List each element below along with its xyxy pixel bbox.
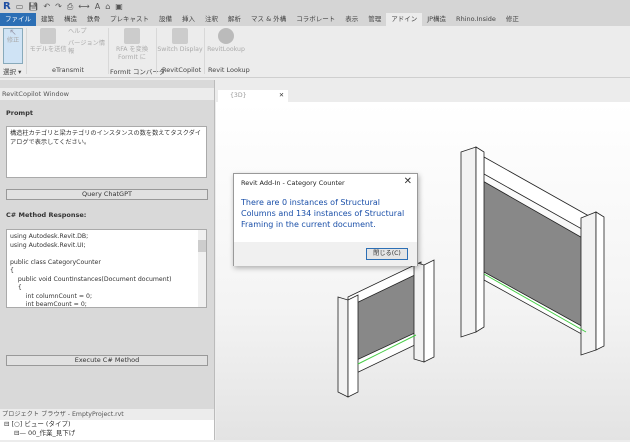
tree-item-views[interactable]: ⊟ [○] ビュー (タイプ) xyxy=(0,420,214,429)
ribbon-tab[interactable]: 表示 xyxy=(340,13,363,26)
print-icon[interactable]: ⎙ xyxy=(67,2,73,12)
close-button[interactable]: 閉じる(C) xyxy=(366,248,408,260)
cursor-icon: ↖ xyxy=(9,28,17,38)
save-disk-icon xyxy=(40,28,56,44)
ribbon-tabs: ファイル 建築 構造 鉄骨 プレキャスト 設備 挿入 注釈 解析 マス & 外構 コラボレート 表示管… xyxy=(0,13,630,26)
ribbon-tab[interactable]: プレキャスト xyxy=(105,13,154,26)
query-chatgpt-button[interactable]: Query ChatGPT xyxy=(6,189,208,200)
measure-icon[interactable]: ⟷ xyxy=(78,2,89,11)
ribbon-tab[interactable]: JP構造 xyxy=(422,13,451,26)
tree-item-view[interactable]: ⊟— 00_作業_見下げ xyxy=(0,429,214,438)
revitcopilot-window: RevitCopilot Window Prompt 構造柱カテゴリと梁カテゴリ… xyxy=(0,80,215,440)
quick-access-toolbar: R ▭ 💾︎ ↶ ↷ ⎙ ⟷ A ⌂ ▣ xyxy=(0,0,630,13)
dialog-footer: 閉じる(C) xyxy=(234,242,417,266)
wall-right xyxy=(460,146,605,356)
ribbon-tab[interactable]: ファイル xyxy=(0,13,36,26)
dialog-title: Revit Add-In - Category Counter xyxy=(241,179,345,187)
project-browser: プロジェクト ブラウザ - EmptyProject.rvt ⊟ [○] ビュー… xyxy=(0,409,214,440)
execute-method-button[interactable]: Execute C# Method xyxy=(6,355,208,366)
3d-view-icon[interactable]: ⌂ xyxy=(105,2,110,11)
ribbon-panel: ↖ 修正 選択 ▾ モデルを送信 ヘルプバージョン情報 eTransmit RF… xyxy=(0,26,630,78)
formit-panel-label: FormIt コンバータ xyxy=(110,68,166,76)
prompt-input[interactable]: 構造柱カテゴリと梁カテゴリのインスタンスの数を数えてタスクダイアログで表示してく… xyxy=(6,126,207,178)
ribbon-tab[interactable]: 注釈 xyxy=(200,13,223,26)
close-icon[interactable]: ✕ xyxy=(404,176,412,187)
tree-label: 00_作業_見下げ xyxy=(28,429,76,437)
prompt-label: Prompt xyxy=(6,109,33,117)
ribbon-tab[interactable]: 解析 xyxy=(223,13,246,26)
ribbon-tab[interactable]: 鉄骨 xyxy=(82,13,105,26)
modify-label: 修正 xyxy=(6,37,20,44)
category-counter-dialog: Revit Add-In - Category Counter ✕ There … xyxy=(233,173,418,266)
ribbon-tab[interactable]: 設備 xyxy=(154,13,177,26)
send-model-button[interactable]: モデルを送信 xyxy=(28,28,68,54)
revitlookup-button[interactable]: RevitLookup xyxy=(206,28,246,54)
formit-label: FormIt に xyxy=(118,54,146,61)
ribbon-tab[interactable]: Rhino.Inside xyxy=(451,13,501,26)
revitcopilot-panel-label: RevitCopilot xyxy=(162,66,202,74)
revitlookup-panel-label: Revit Lookup xyxy=(208,66,250,74)
ribbon-tab[interactable]: 挿入 xyxy=(177,13,200,26)
select-dropdown[interactable]: 選択 ▾ xyxy=(3,66,21,76)
rfa-icon xyxy=(124,28,140,44)
modify-button[interactable]: ↖ 修正 xyxy=(3,28,23,64)
ribbon-tab[interactable]: 建築 xyxy=(36,13,59,26)
open-icon[interactable]: ▭ xyxy=(16,2,24,11)
ribbon-tab[interactable]: 構造 xyxy=(59,13,82,26)
3d-canvas[interactable] xyxy=(216,102,630,440)
3d-model xyxy=(337,146,605,398)
switch-windows-icon[interactable]: ▣ xyxy=(115,2,123,11)
ribbon-tab[interactable]: アドイン xyxy=(386,13,423,26)
views-icon: [○] xyxy=(11,420,23,428)
save-icon[interactable]: 💾︎ xyxy=(28,2,38,11)
openai-icon xyxy=(172,28,188,44)
ribbon-tab[interactable]: マス & 外構 xyxy=(246,13,291,26)
response-label: C# Method Response: xyxy=(6,211,87,219)
send-model-label: モデルを送信 xyxy=(29,46,67,53)
panel-title: RevitCopilot Window xyxy=(0,88,214,100)
revitlookup-label: RevitLookup xyxy=(207,46,245,53)
ribbon-tab[interactable]: 管理 xyxy=(363,13,386,26)
rfa-label: RFA を変換 xyxy=(115,46,149,53)
view-tab-3d[interactable]: {3D} ✕ xyxy=(218,90,288,102)
close-tab-icon[interactable]: ✕ xyxy=(279,90,284,102)
tree-label: ビュー (タイプ) xyxy=(24,420,71,428)
version-info-label: バージョン情報 xyxy=(68,40,106,55)
switch-display-label: Switch Display xyxy=(157,46,203,53)
text-icon[interactable]: A xyxy=(95,2,100,11)
switch-display-button[interactable]: Switch Display xyxy=(157,28,203,54)
ribbon-tab[interactable]: コラボレート xyxy=(291,13,340,26)
rfa-convert-button[interactable]: RFA を変換 FormIt に xyxy=(112,28,152,62)
project-browser-title: プロジェクト ブラウザ - EmptyProject.rvt xyxy=(0,409,214,420)
code-response-textbox[interactable]: using Autodesk.Revit.DB; using Autodesk.… xyxy=(6,229,207,308)
revit-logo[interactable]: R xyxy=(3,1,11,12)
ribbon-tab[interactable]: 修正 xyxy=(501,13,524,26)
help-label: ヘルプ xyxy=(68,28,87,35)
view-tab-label: {3D} xyxy=(230,92,247,99)
revitlookup-icon xyxy=(218,28,234,44)
help-button[interactable]: ヘルプバージョン情報 xyxy=(68,28,108,56)
etransmit-panel-label: eTransmit xyxy=(52,66,84,74)
wall-left xyxy=(337,259,435,398)
code-scrollbar[interactable] xyxy=(198,230,206,307)
redo-icon[interactable]: ↷ xyxy=(55,2,62,11)
undo-icon[interactable]: ↶ xyxy=(43,2,50,11)
dialog-message: There are 0 instances of Structural Colu… xyxy=(241,198,405,229)
